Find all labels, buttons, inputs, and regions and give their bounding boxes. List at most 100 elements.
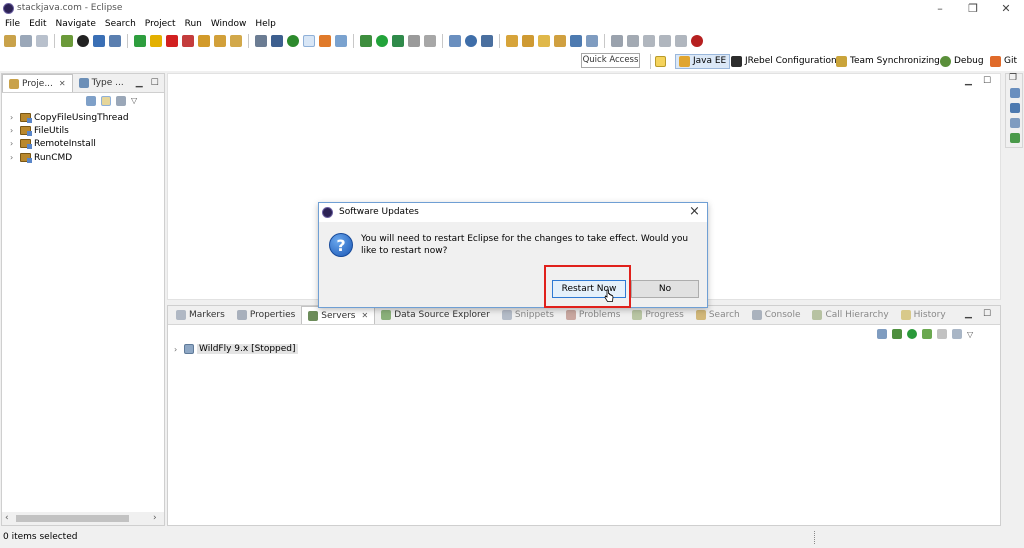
run-server-icon[interactable] [287, 35, 299, 47]
tab-project-explorer[interactable]: Proje... ✕ [2, 74, 73, 92]
perspective-jrebel[interactable]: JRebel Configuration [731, 54, 837, 69]
debug-server-icon[interactable] [892, 329, 902, 339]
last-edit-icon[interactable] [643, 35, 655, 47]
open-type-icon[interactable] [255, 35, 267, 47]
pencil-icon[interactable] [538, 35, 550, 47]
menu-window[interactable]: Window [211, 17, 247, 31]
step-return-icon[interactable] [230, 35, 242, 47]
terminal-icon[interactable] [93, 35, 105, 47]
bookmark-icon[interactable] [335, 35, 347, 47]
jrebel-trim-icon[interactable] [1010, 133, 1020, 143]
maximize-editor-icon[interactable]: ☐ [983, 76, 991, 86]
save-all-icon[interactable] [36, 35, 48, 47]
menu-edit[interactable]: Edit [29, 17, 46, 31]
menu-help[interactable]: Help [255, 17, 276, 31]
toggle-mark-icon[interactable] [303, 35, 315, 47]
view-menu-icon[interactable]: ▽ [131, 96, 137, 106]
minimize-view-icon[interactable]: ▁ [136, 78, 143, 88]
palette-icon[interactable] [1010, 118, 1020, 128]
run-icon[interactable] [376, 35, 388, 47]
maximize-view-icon[interactable]: ☐ [983, 309, 991, 319]
tree-item[interactable]: › RemoteInstall [10, 137, 96, 150]
globe-icon[interactable] [465, 35, 477, 47]
tab-properties[interactable]: Properties [231, 306, 301, 324]
debug-run-icon[interactable] [360, 35, 372, 47]
menu-run[interactable]: Run [185, 17, 202, 31]
chevron-right-icon[interactable]: › [10, 153, 17, 162]
perspective-java-ee[interactable]: Java EE [675, 54, 731, 69]
next-annotation-icon[interactable] [611, 35, 623, 47]
view-menu-icon[interactable]: ▽ [967, 330, 973, 339]
menu-file[interactable]: File [5, 17, 20, 31]
tab-console[interactable]: Console [746, 306, 807, 324]
server-row[interactable]: › WildFly 9.x [Stopped] [174, 344, 298, 354]
previous-annotation-icon[interactable] [627, 35, 639, 47]
step-into-icon[interactable] [198, 35, 210, 47]
pin-editor-icon[interactable] [586, 35, 598, 47]
step-over-icon[interactable] [214, 35, 226, 47]
menu-search[interactable]: Search [105, 17, 136, 31]
maximize-view-icon[interactable]: ☐ [151, 78, 159, 88]
save-icon[interactable] [20, 35, 32, 47]
resume-icon[interactable] [134, 35, 146, 47]
new-package-icon[interactable] [481, 35, 493, 47]
start-server-icon[interactable] [907, 329, 917, 339]
jboss-icon[interactable] [691, 35, 703, 47]
close-window-button[interactable]: ✕ [991, 1, 1021, 16]
close-icon[interactable]: ✕ [59, 79, 66, 88]
record-icon[interactable] [77, 35, 89, 47]
dialog-close-button[interactable]: × [689, 204, 700, 219]
suspend-icon[interactable] [150, 35, 162, 47]
tab-type-hierarchy[interactable]: Type ... [73, 74, 130, 92]
external-tools-icon[interactable] [408, 35, 420, 47]
tab-markers[interactable]: Markers [170, 306, 231, 324]
ant-icon[interactable] [424, 35, 436, 47]
tab-problems[interactable]: Problems [560, 306, 626, 324]
horizontal-scrollbar[interactable]: ‹ › [2, 512, 164, 525]
collapse-icon[interactable] [877, 329, 887, 339]
open-perspective-button[interactable] [655, 54, 666, 69]
close-icon[interactable]: ✕ [362, 311, 369, 320]
minimize-editor-icon[interactable]: ▁ [965, 76, 972, 86]
open-folder-icon[interactable] [506, 35, 518, 47]
tab-progress[interactable]: Progress [626, 306, 689, 324]
search-type-icon[interactable] [271, 35, 283, 47]
quick-access-input[interactable]: Quick Access [581, 53, 640, 68]
task-list-icon[interactable] [1010, 103, 1020, 113]
jrebel-icon[interactable] [319, 35, 331, 47]
profile-server-icon[interactable] [922, 329, 932, 339]
open-resource-icon[interactable] [554, 35, 566, 47]
no-button[interactable]: No [631, 280, 699, 298]
tab-servers[interactable]: Servers ✕ [301, 306, 376, 324]
restore-button[interactable]: ❐ [958, 1, 988, 16]
new-java-project-icon[interactable] [449, 35, 461, 47]
tab-search[interactable]: Search [690, 306, 746, 324]
minimize-button[interactable]: – [925, 1, 955, 16]
back-icon[interactable] [659, 35, 671, 47]
tab-call-hierarchy[interactable]: Call Hierarchy [806, 306, 894, 324]
chevron-right-icon[interactable]: › [10, 126, 17, 135]
menu-navigate[interactable]: Navigate [56, 17, 96, 31]
build-icon[interactable] [61, 35, 73, 47]
disconnect-icon[interactable] [182, 35, 194, 47]
open-task-icon[interactable] [522, 35, 534, 47]
chevron-right-icon[interactable]: › [10, 139, 17, 148]
minimize-view-icon[interactable]: ▁ [965, 309, 972, 319]
perspective-git[interactable]: Git [990, 54, 1017, 69]
perspective-debug[interactable]: Debug [940, 54, 984, 69]
tree-item[interactable]: › FileUtils [10, 124, 69, 137]
terminate-icon[interactable] [166, 35, 178, 47]
tree-item[interactable]: › RunCMD [10, 151, 72, 164]
tab-history[interactable]: History [895, 306, 952, 324]
menu-project[interactable]: Project [145, 17, 176, 31]
scrollbar-thumb[interactable] [16, 515, 129, 522]
publish-icon[interactable] [952, 329, 962, 339]
stop-server-icon[interactable] [937, 329, 947, 339]
forward-icon[interactable] [675, 35, 687, 47]
tab-snippets[interactable]: Snippets [496, 306, 560, 324]
link-with-editor-icon[interactable] [101, 96, 111, 106]
chevron-right-icon[interactable]: › [10, 113, 17, 122]
tree-item[interactable]: › CopyFileUsingThread [10, 111, 129, 124]
perspective-team-sync[interactable]: Team Synchronizing [836, 54, 940, 69]
coverage-icon[interactable] [392, 35, 404, 47]
